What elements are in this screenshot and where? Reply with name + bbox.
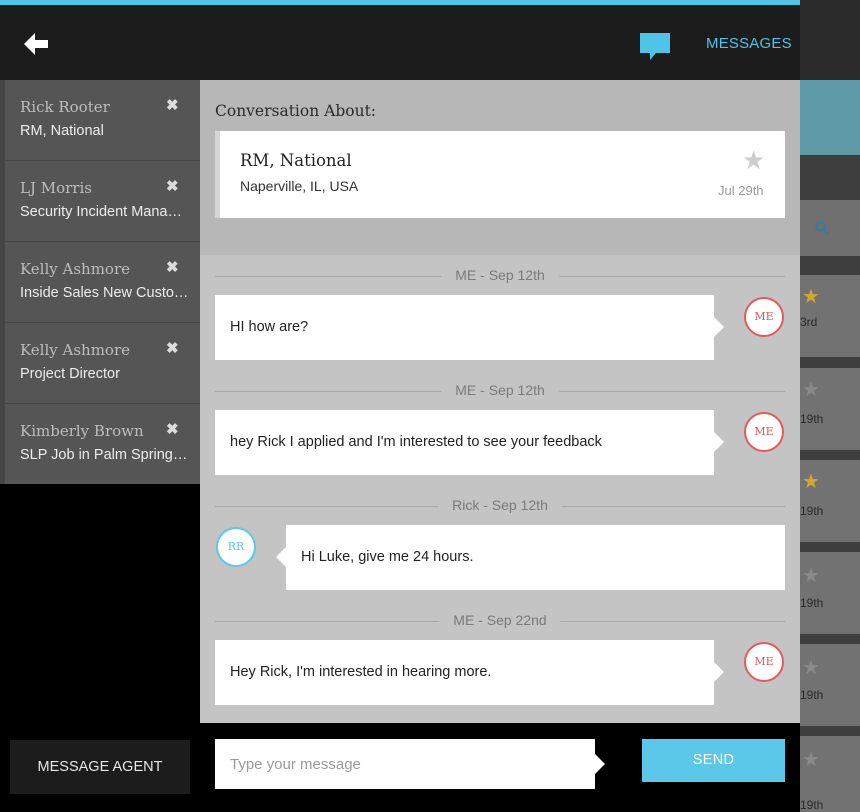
sidebar-conversation-item[interactable]: Kelly Ashmore Project Director ✖ [5, 323, 200, 404]
chat-bubble-icon[interactable] [639, 32, 671, 62]
star-icon: ★ [802, 565, 820, 587]
message-bubble: Hi Luke, give me 24 hours. [276, 525, 785, 590]
sidebar-conversation-item[interactable]: Kimberly Brown SLP Job in Palm Spring… ✖ [5, 404, 200, 484]
star-icon: ★ [802, 379, 820, 401]
background-page: ★ 3rd ★ 19th ★ 19th ★ 19th ★ 19th ★ 19th [800, 80, 860, 812]
avatar: RR [216, 527, 256, 567]
contact-subtitle: Inside Sales New Custo… [20, 285, 189, 301]
search-icon [815, 221, 829, 235]
input-pointer [595, 754, 605, 774]
messages-label[interactable]: MESSAGES [706, 35, 792, 52]
conversation-about-label: Conversation About: [215, 102, 377, 120]
background-list-card: ★ 19th [800, 460, 860, 542]
background-date: 3rd [800, 315, 818, 329]
background-search-bar [800, 200, 860, 256]
back-arrow-icon[interactable] [24, 33, 50, 55]
sidebar-conversation-item[interactable]: Kelly Ashmore Inside Sales New Custo… ✖ [5, 242, 200, 323]
avatar: ME [744, 642, 784, 682]
message-agent-button[interactable]: MESSAGE AGENT [10, 740, 190, 794]
star-icon: ★ [802, 749, 820, 771]
contact-subtitle: Project Director [20, 366, 120, 382]
close-x-icon[interactable]: ✖ [166, 177, 179, 195]
conversation-panel: Conversation About: RM, National Napervi… [200, 80, 800, 723]
contact-name: Kelly Ashmore [20, 260, 131, 278]
background-list-card: ★ 19th [800, 368, 860, 450]
job-title: RM, National [240, 151, 352, 170]
message-bubble: hey Rick I applied and I'm interested to… [215, 410, 724, 475]
close-x-icon[interactable]: ✖ [166, 258, 179, 276]
background-date: 19th [800, 412, 824, 426]
contact-name: Kelly Ashmore [20, 341, 131, 359]
job-location: Naperville, IL, USA [240, 178, 359, 194]
star-icon[interactable]: ★ [742, 147, 765, 173]
message-timestamp: ME - Sep 12th [441, 267, 559, 283]
background-date: 19th [800, 798, 824, 812]
sidebar-conversation-item[interactable]: Rick Rooter RM, National ✖ [5, 80, 200, 161]
message-separator: Rick - Sep 12th [215, 497, 785, 513]
background-list-card: ★ 3rd [800, 275, 860, 357]
message-list: ME - Sep 12th HI how are? ME ME - Sep 12… [200, 255, 800, 723]
star-icon: ★ [802, 471, 820, 493]
background-banner [800, 80, 860, 155]
message-timestamp: ME - Sep 12th [441, 382, 559, 398]
contact-name: Rick Rooter [20, 98, 110, 116]
background-date: 19th [800, 504, 824, 518]
message-bubble: HI how are? [215, 295, 724, 360]
background-list-card: ★ 19th [800, 736, 860, 812]
app-header: MESSAGES [0, 5, 800, 80]
send-button[interactable]: SEND [642, 739, 785, 782]
message-separator: ME - Sep 12th [215, 267, 785, 283]
background-date: 19th [800, 596, 824, 610]
contact-name: LJ Morris [20, 179, 92, 197]
conversation-sidebar: Rick Rooter RM, National ✖ LJ Morris Sec… [0, 80, 200, 484]
job-date: Jul 29th [718, 183, 764, 198]
message-input[interactable] [215, 739, 595, 789]
sidebar-conversation-item[interactable]: LJ Morris Security Incident Mana… ✖ [5, 161, 200, 242]
contact-subtitle: SLP Job in Palm Spring… [20, 447, 188, 463]
background-list-card: ★ 19th [800, 644, 860, 726]
star-icon: ★ [802, 286, 820, 308]
message-timestamp: ME - Sep 22nd [439, 612, 561, 628]
message-composer: SEND [200, 723, 800, 812]
background-date: 19th [800, 688, 824, 702]
contact-subtitle: Security Incident Mana… [20, 204, 182, 220]
header-right-region [800, 0, 860, 80]
avatar: ME [744, 412, 784, 452]
background-list-card: ★ 19th [800, 552, 860, 634]
avatar: ME [744, 297, 784, 337]
contact-subtitle: RM, National [20, 123, 104, 139]
message-separator: ME - Sep 12th [215, 382, 785, 398]
close-x-icon[interactable]: ✖ [166, 339, 179, 357]
close-x-icon[interactable]: ✖ [166, 420, 179, 438]
message-bubble: Hey Rick, I'm interested in hearing more… [215, 640, 724, 705]
close-x-icon[interactable]: ✖ [166, 96, 179, 114]
star-icon: ★ [802, 657, 820, 679]
message-separator: ME - Sep 22nd [215, 612, 785, 628]
message-timestamp: Rick - Sep 12th [438, 497, 562, 513]
contact-name: Kimberly Brown [20, 422, 144, 440]
job-card[interactable]: RM, National Naperville, IL, USA ★ Jul 2… [215, 131, 785, 218]
